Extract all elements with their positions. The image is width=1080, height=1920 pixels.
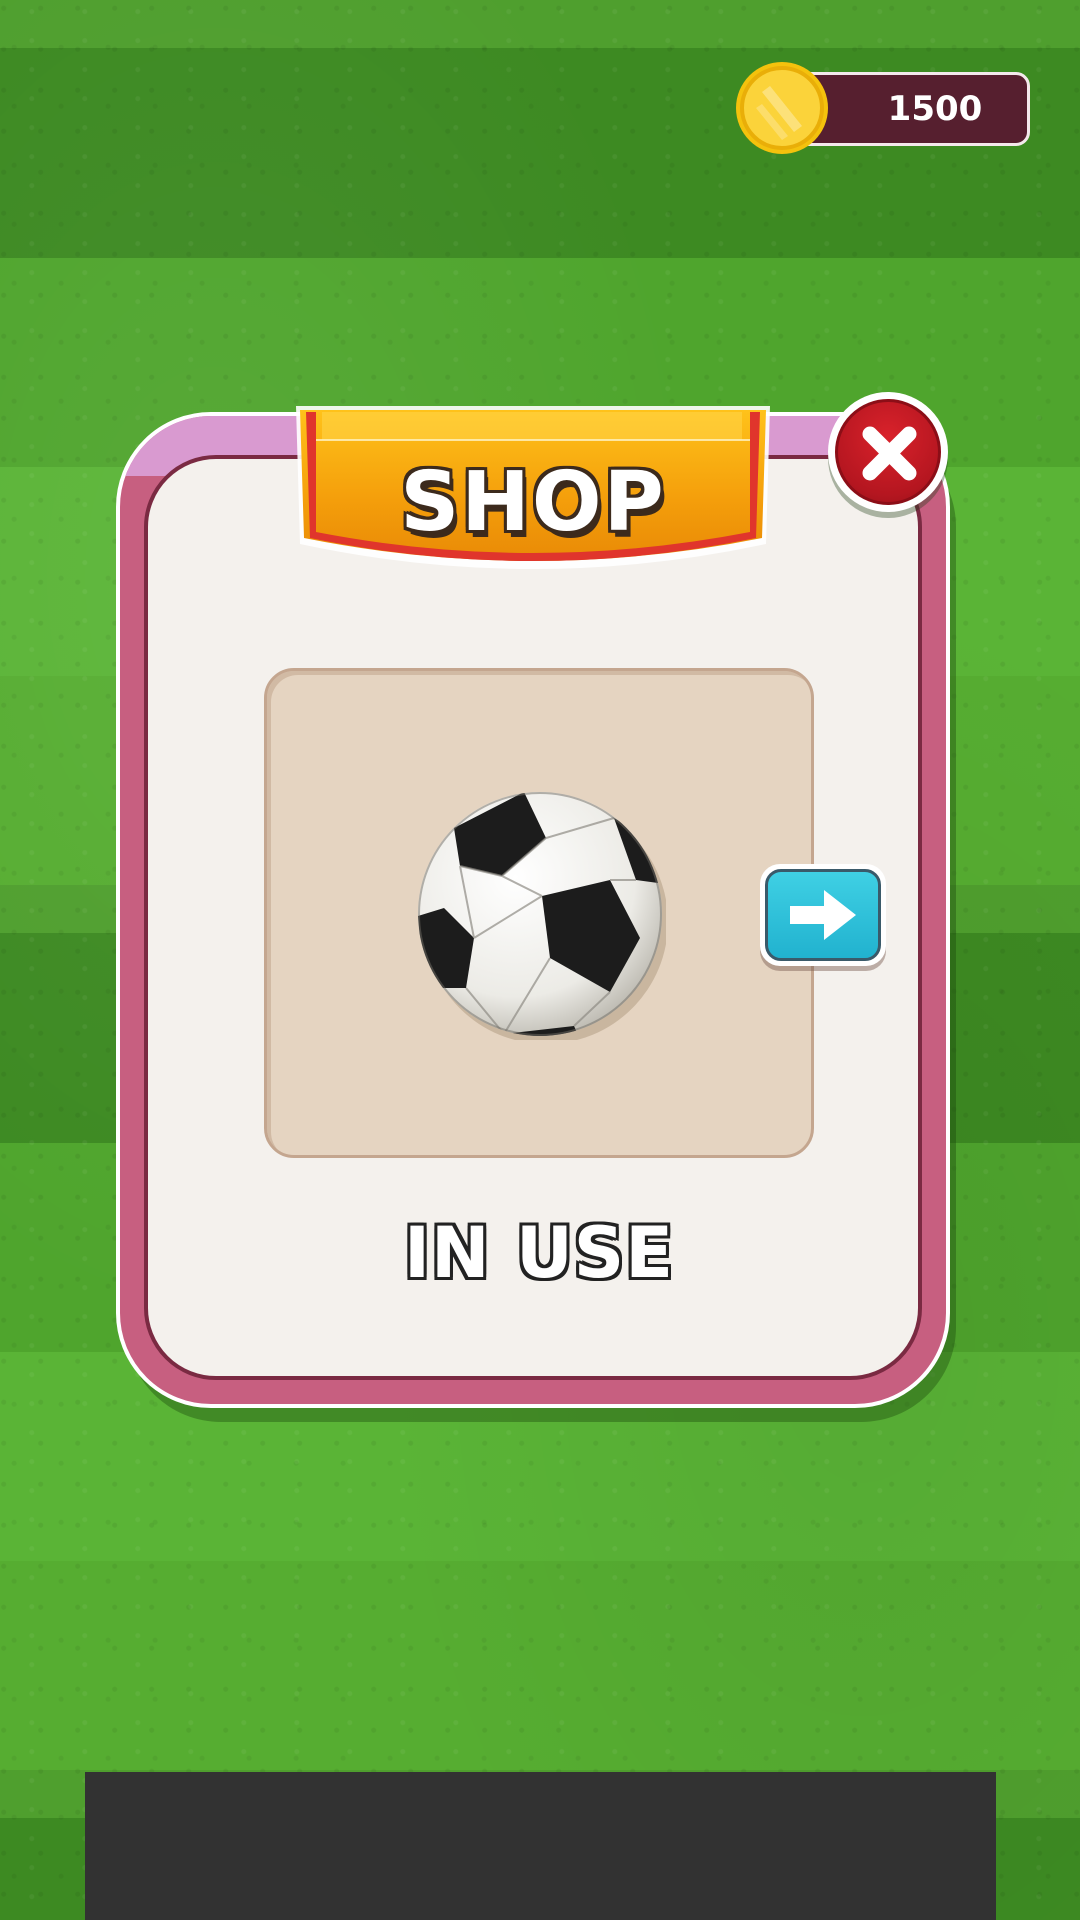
banner-ad-slot [85,1772,996,1920]
item-status-label: IN USE [403,1212,675,1294]
close-button-face [835,399,941,505]
shop-title: SHOP [400,454,666,550]
close-icon [862,426,917,481]
soccer-ball-icon [418,792,666,1040]
next-item-button[interactable] [760,864,886,966]
next-item-button-face [765,869,881,961]
gold-coin-icon [736,62,828,154]
close-button[interactable] [828,392,948,512]
arrow-right-icon [790,890,856,940]
